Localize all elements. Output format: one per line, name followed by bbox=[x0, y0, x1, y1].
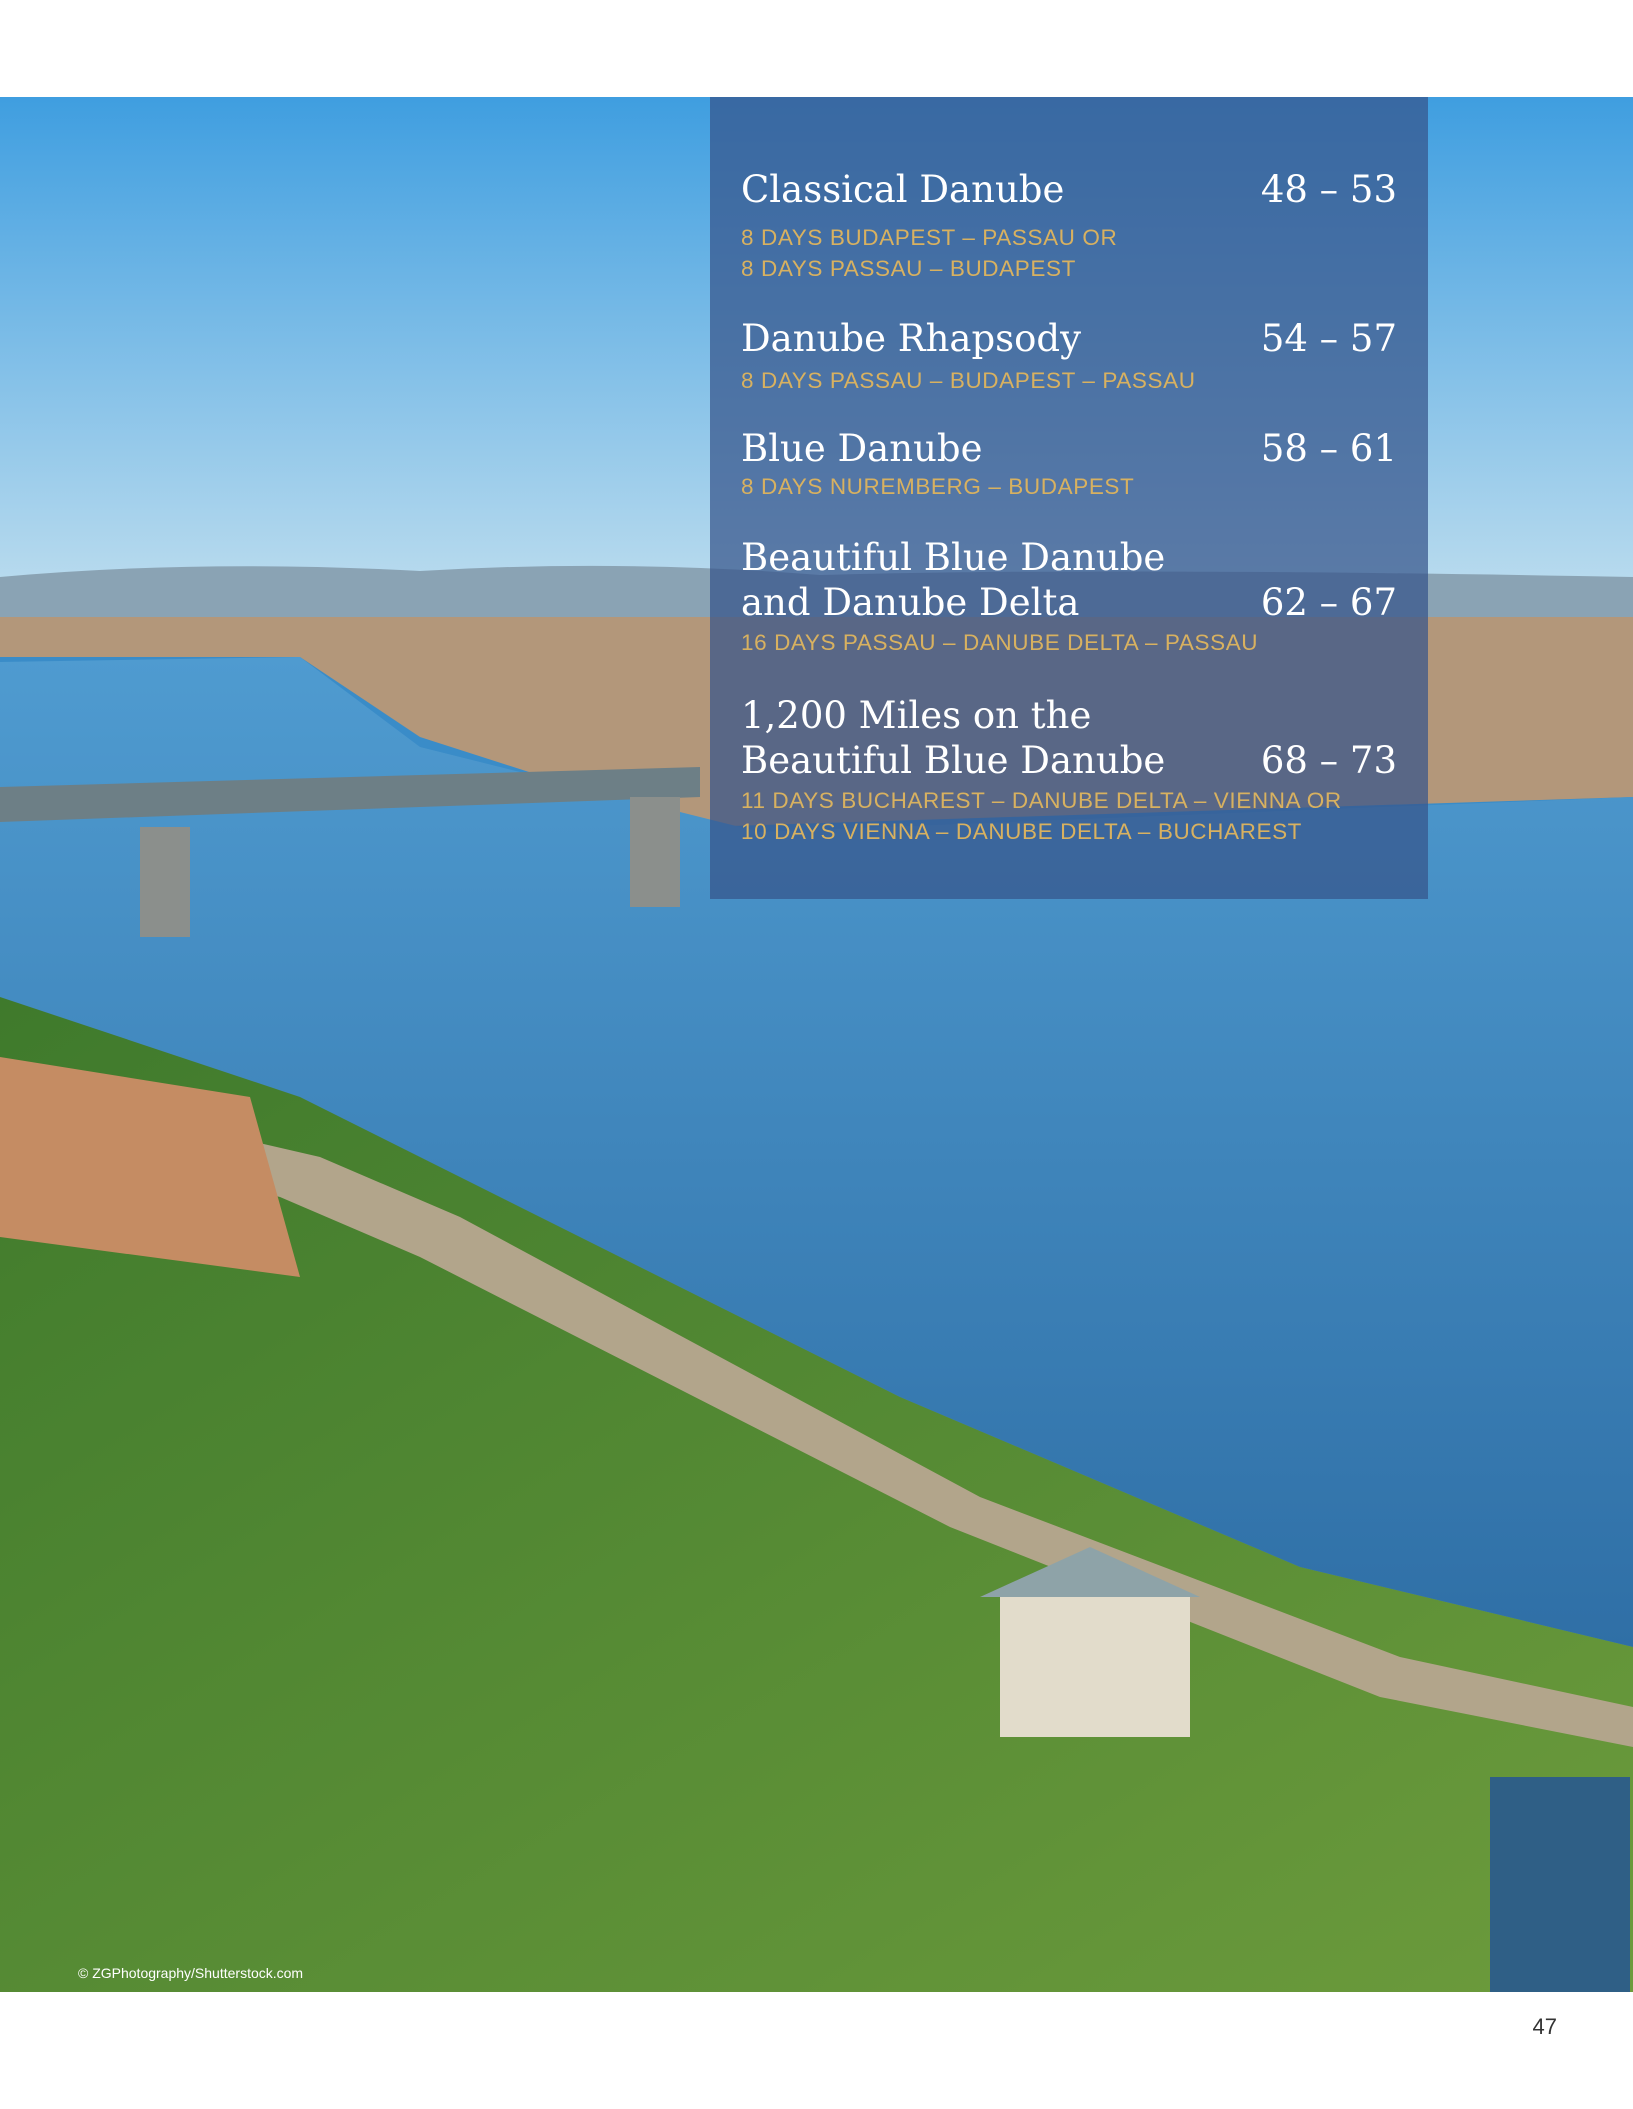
toc-entry-pages: 58 – 61 bbox=[1260, 427, 1397, 470]
photo-credit: © ZGPhotography/Shutterstock.com bbox=[78, 1965, 304, 1981]
toc-entry-pages: 54 – 57 bbox=[1260, 317, 1397, 360]
toc-entry-itinerary: 11 DAYS BUCHAREST – DANUBE DELTA – VIENN… bbox=[741, 788, 1342, 844]
toc-entry-pages: 68 – 73 bbox=[1260, 739, 1397, 782]
toc-entry-blue-danube[interactable]: Blue Danube 58 – 61 8 DAYS NUREMBERG – B… bbox=[741, 426, 1397, 502]
toc-entry-danube-rhapsody[interactable]: Danube Rhapsody 54 – 57 8 DAYS PASSAU – … bbox=[741, 316, 1397, 396]
toc-entry-itinerary: 8 DAYS BUDAPEST – PASSAU OR 8 DAYS PASSA… bbox=[741, 225, 1118, 281]
toc-panel: Classical Danube 48 – 53 8 DAYS BUDAPEST… bbox=[710, 97, 1428, 899]
toc-entry-classical-danube[interactable]: Classical Danube 48 – 53 8 DAYS BUDAPEST… bbox=[741, 167, 1397, 284]
toc-entry-beautiful-blue-danube-delta[interactable]: Beautiful Blue Danube and Danube Delta 6… bbox=[741, 535, 1397, 658]
toc-entry-itinerary: 16 DAYS PASSAU – DANUBE DELTA – PASSAU bbox=[741, 630, 1259, 655]
toc-entry-itinerary: 8 DAYS PASSAU – BUDAPEST – PASSAU bbox=[741, 368, 1196, 393]
page-number: 47 bbox=[1532, 2014, 1557, 2039]
toc-entry-pages: 62 – 67 bbox=[1260, 581, 1397, 624]
toc-entry-itinerary: 8 DAYS NUREMBERG – BUDAPEST bbox=[741, 474, 1135, 499]
toc-entry-pages: 48 – 53 bbox=[1260, 168, 1397, 211]
toc-entry-1200-miles[interactable]: 1,200 Miles on the Beautiful Blue Danube… bbox=[741, 693, 1397, 847]
